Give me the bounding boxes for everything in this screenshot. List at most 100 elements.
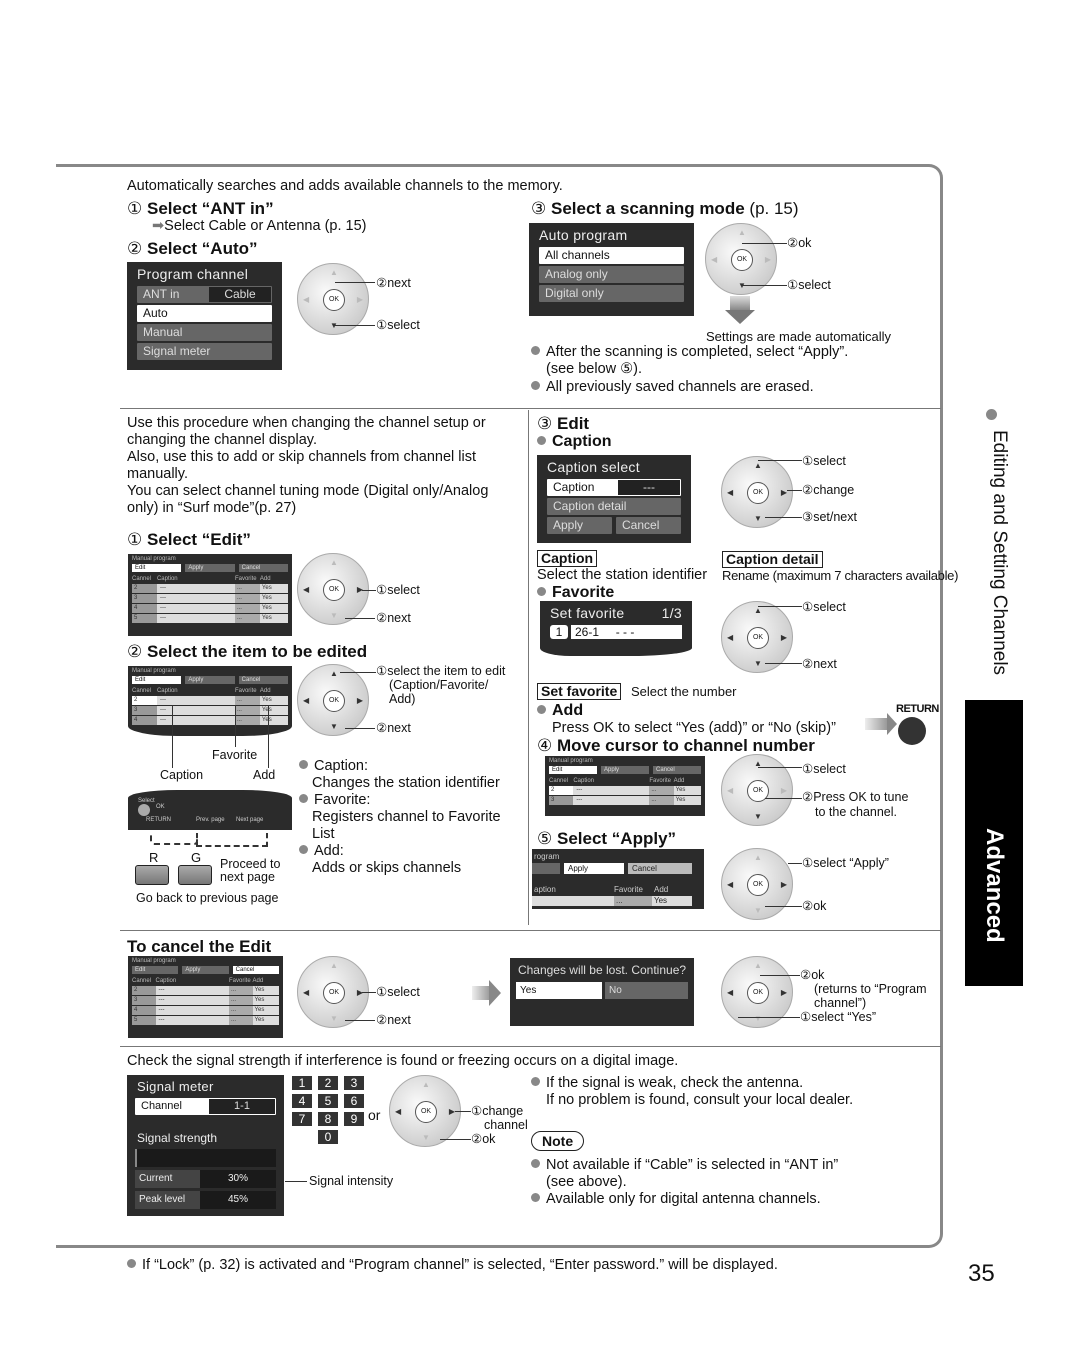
manual-program-apply-crop: rogram Apply Cancel aption Favorite Add …	[532, 849, 704, 909]
next-page-label: Next page	[236, 817, 264, 823]
table-row[interactable]: 3 ---... Yes	[132, 594, 288, 603]
key-4[interactable]: 4	[292, 1094, 312, 1108]
dpad-label-next: ②next	[376, 276, 411, 290]
apply-button[interactable]: Apply	[564, 863, 624, 874]
bullet-icon	[986, 409, 997, 420]
channel-selector[interactable]: Channel 1-1	[135, 1098, 276, 1115]
table-row[interactable]: 2 ---... Yes	[132, 584, 288, 593]
menu-item-digital-only[interactable]: Digital only	[539, 285, 684, 302]
ok-button[interactable]: OK	[747, 627, 769, 649]
ok-button[interactable]: OK	[747, 874, 769, 896]
edit-button[interactable]: Edit	[132, 564, 182, 572]
set-favorite-menu: Set favorite 1/3 1 26-1 - - -	[540, 601, 692, 656]
menu-item-signal-meter[interactable]: Signal meter	[137, 343, 272, 360]
menu-title: Program channel	[137, 266, 249, 282]
label-caption: Caption	[160, 768, 204, 782]
table-row[interactable]: 2 ---... Yes	[549, 786, 701, 795]
table-row[interactable]: 4 ---... Yes	[132, 716, 288, 725]
caption-heading: Caption	[537, 432, 612, 452]
key-5[interactable]: 5	[318, 1094, 338, 1108]
remote-dpad[interactable]: ▲ ▼ ◀ ▶ OK	[297, 664, 369, 736]
edit-step5-heading: ⑤ Select “Apply”	[537, 829, 677, 848]
divider	[120, 408, 941, 409]
yes-button[interactable]: Yes	[516, 982, 602, 999]
cancel-button[interactable]: Cancel	[628, 863, 692, 874]
key-3[interactable]: 3	[344, 1076, 364, 1090]
ok-button[interactable]: OK	[747, 482, 769, 504]
key-8[interactable]: 8	[318, 1112, 338, 1126]
menu-item-manual[interactable]: Manual	[137, 324, 272, 341]
table-row[interactable]: 3 ---... Yes	[549, 796, 701, 805]
dpad-label-change-cont: channel	[484, 1118, 528, 1132]
menu-item-auto[interactable]: Auto	[137, 305, 272, 322]
ok-button[interactable]: OK	[323, 690, 345, 712]
signal-strength-label: Signal strength	[137, 1131, 218, 1145]
dpad-label-change: ①change	[471, 1104, 524, 1118]
menu-title: Signal meter	[137, 1079, 214, 1094]
table-footer: Select OK RETURN Prev. page Next page	[128, 790, 292, 830]
dpad-label-next: ②next	[376, 1013, 411, 1027]
no-button[interactable]: No	[605, 982, 688, 999]
apply-button[interactable]: Apply	[547, 517, 612, 534]
dpad-label-select-yes: ①select “Yes”	[800, 1010, 877, 1024]
remote-dpad[interactable]: ▲ ▼ ◀ ▶ OK	[297, 553, 369, 625]
menu-item-caption[interactable]: Caption ---	[547, 479, 681, 496]
cancel-button[interactable]: Cancel	[616, 517, 681, 534]
ok-button[interactable]: OK	[415, 1101, 437, 1123]
edit-step3-heading: ③ Edit	[537, 414, 590, 433]
remote-dpad[interactable]: ▲ ▼ ◀ ▶ OK	[721, 848, 793, 920]
divider	[120, 930, 941, 931]
down-arrow-icon	[730, 296, 750, 310]
ok-button[interactable]: OK	[731, 249, 753, 271]
key-2[interactable]: 2	[318, 1076, 338, 1090]
confirm-dialog: Changes will be lost. Continue? Yes No	[510, 958, 694, 1026]
menu-item-all-channels[interactable]: All channels	[539, 247, 684, 264]
table-row[interactable]: 2 ---... Yes	[132, 986, 279, 995]
menu-item-caption-detail[interactable]: Caption detail	[547, 498, 681, 515]
apply-button[interactable]: Apply	[185, 564, 235, 572]
column-divider	[528, 410, 529, 925]
dpad-label-ok-cont: channel”)	[814, 996, 867, 1010]
red-button[interactable]	[135, 865, 169, 885]
key-6[interactable]: 6	[344, 1094, 364, 1108]
key-1[interactable]: 1	[292, 1076, 312, 1090]
menu-item-analog-only[interactable]: Analog only	[539, 266, 684, 283]
table-row[interactable]: 5 ---... Yes	[132, 614, 288, 623]
return-button[interactable]	[898, 717, 926, 745]
favorite-heading: Favorite	[537, 583, 614, 603]
remote-dpad[interactable]: ▲ ▼ ◀ ▶ OK	[721, 754, 793, 826]
peak-value: 45%	[200, 1191, 276, 1209]
favorite-value[interactable]: 26-1 - - -	[571, 625, 682, 639]
table-row[interactable]: 5 ---... Yes	[132, 1016, 279, 1025]
dpad-label-select: ①select	[787, 278, 831, 292]
cancel-button[interactable]: Cancel	[238, 564, 288, 572]
dpad-label-next: ②next	[376, 721, 411, 735]
table-row[interactable]: 4 ---... Yes	[132, 604, 288, 613]
ok-button[interactable]: OK	[323, 982, 345, 1004]
dpad-label-select-cont: Add)	[389, 692, 416, 706]
ok-button[interactable]: OK	[323, 289, 345, 311]
key-7[interactable]: 7	[292, 1112, 312, 1126]
remote-dpad[interactable]: ▲ ▼ ◀ ▶ OK	[389, 1075, 461, 1147]
key-9[interactable]: 9	[344, 1112, 364, 1126]
menu-item-ant-in[interactable]: ANT in Cable	[137, 286, 272, 303]
table-row[interactable]: 4 ---... Yes	[132, 1006, 279, 1015]
signal-intro: Check the signal strength if interferenc…	[127, 1053, 679, 1069]
green-button[interactable]	[178, 865, 212, 885]
table-row[interactable]: 2 ---... Yes	[132, 696, 288, 705]
arrow-right-icon	[472, 986, 490, 1000]
label-add: Add	[253, 768, 276, 782]
table-row[interactable]: 3 ---... Yes	[132, 996, 279, 1005]
bullet-cont: (see above).	[546, 1174, 627, 1190]
manual-program-table: Manual program Edit Apply Cancel Cannel Cap…	[545, 756, 705, 816]
dpad-icon	[138, 804, 150, 816]
r-label: R	[149, 850, 159, 865]
key-0[interactable]: 0	[318, 1130, 338, 1144]
remote-dpad[interactable]: ▲ ▼ ◀ ▶ OK	[297, 956, 369, 1028]
ok-button[interactable]: OK	[747, 982, 769, 1004]
ok-button[interactable]: OK	[323, 579, 345, 601]
dpad-label-ok: ②ok	[471, 1132, 496, 1146]
table-row[interactable]: 3 ---... Yes	[132, 706, 288, 715]
caption-detail-box-label: Caption detail	[722, 551, 823, 569]
add-heading: Add	[537, 701, 583, 721]
